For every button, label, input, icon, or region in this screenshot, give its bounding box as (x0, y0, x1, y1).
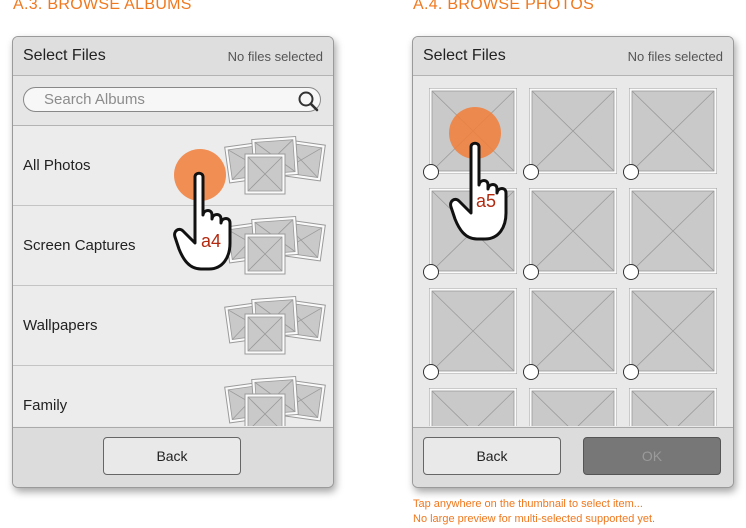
image-placeholder-icon (529, 288, 617, 374)
albums-header: Select Files No files selected (13, 37, 333, 76)
tap-hand-icon (173, 171, 232, 271)
photo-thumbnail[interactable] (523, 188, 617, 280)
photo-thumbnail[interactable] (529, 388, 617, 426)
back-button[interactable]: Back (423, 437, 561, 475)
photos-header: Select Files No files selected (413, 37, 733, 76)
search-albums-input[interactable] (23, 87, 321, 112)
select-checkbox[interactable] (623, 164, 639, 180)
selection-status: No files selected (627, 49, 723, 64)
photos-footer: Back OK (413, 427, 733, 487)
photo-thumbnail[interactable] (623, 288, 717, 380)
album-label: Family (23, 397, 68, 414)
annotation-note-1: Tap anywhere on the thumbnail to select … (413, 498, 643, 510)
photo-thumbnail[interactable] (629, 388, 717, 426)
album-thumbnail-stack-icon (224, 295, 326, 355)
photo-thumbnail[interactable] (523, 88, 617, 180)
back-button[interactable]: Back (103, 437, 241, 475)
selection-status: No files selected (227, 49, 323, 64)
image-placeholder-icon (629, 288, 717, 374)
select-checkbox[interactable] (423, 264, 439, 280)
photo-thumbnail[interactable] (429, 388, 517, 426)
image-placeholder-icon (629, 188, 717, 274)
select-checkbox[interactable] (523, 364, 539, 380)
search-bar (13, 76, 333, 126)
select-checkbox[interactable] (523, 264, 539, 280)
photo-thumbnail[interactable] (623, 88, 717, 180)
photo-thumbnail[interactable] (623, 188, 717, 280)
select-checkbox[interactable] (623, 264, 639, 280)
header-title: Select Files (423, 47, 506, 64)
annotation-note-2: No large preview for multi-selected supp… (413, 513, 656, 525)
image-placeholder-icon (629, 388, 717, 426)
header-title: Select Files (23, 47, 106, 64)
image-placeholder-icon (429, 288, 517, 374)
album-label: All Photos (23, 157, 91, 174)
ok-button[interactable]: OK (583, 437, 721, 475)
album-row-family[interactable]: Family (13, 366, 333, 426)
select-checkbox[interactable] (423, 364, 439, 380)
album-row-wallpapers[interactable]: Wallpapers (13, 286, 333, 366)
photo-thumbnail[interactable] (523, 288, 617, 380)
image-placeholder-icon (429, 388, 517, 426)
select-checkbox[interactable] (523, 164, 539, 180)
album-thumbnail-stack-icon (224, 375, 326, 426)
select-checkbox[interactable] (623, 364, 639, 380)
image-placeholder-icon (629, 88, 717, 174)
photos-screen: Select Files No files selected Back OK a… (412, 36, 734, 488)
albums-footer: Back (13, 427, 333, 487)
gesture-label-a5: a5 (476, 191, 497, 211)
photo-thumbnail[interactable] (423, 288, 517, 380)
image-placeholder-icon (529, 88, 617, 174)
image-placeholder-icon (529, 388, 617, 426)
search-icon[interactable] (297, 90, 319, 112)
gesture-label-a4: a4 (201, 231, 222, 251)
section-title-browse-albums: A.3. BROWSE ALBUMS (13, 0, 192, 13)
select-checkbox[interactable] (423, 164, 439, 180)
albums-screen: Select Files No files selected All Photo… (12, 36, 334, 488)
album-label: Screen Captures (23, 237, 136, 254)
image-placeholder-icon (529, 188, 617, 274)
album-label: Wallpapers (23, 317, 98, 334)
section-title-browse-photos: A.4. BROWSE PHOTOS (413, 0, 595, 13)
